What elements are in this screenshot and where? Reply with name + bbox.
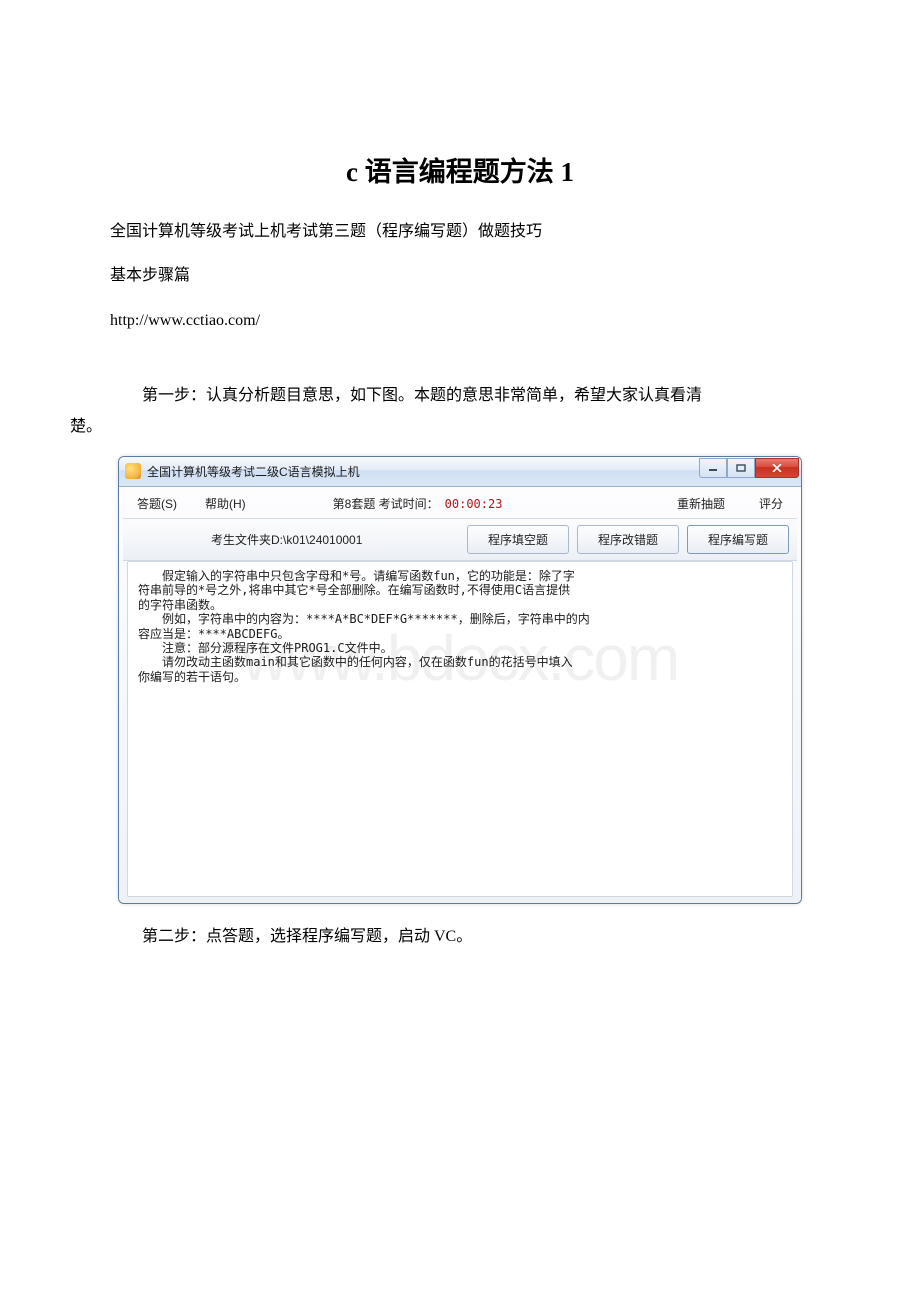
window-title: 全国计算机等级考试二级C语言模拟上机: [147, 463, 360, 480]
menubar: 答题(S) 帮助(H) 第8套题 考试时间： 00:00:23 重新抽题 评分: [123, 487, 797, 519]
close-button[interactable]: [755, 458, 799, 478]
close-icon: [772, 464, 782, 472]
window-controls: [699, 458, 799, 478]
minimize-icon: [708, 464, 718, 472]
doc-title: c 语言编程题方法 1: [110, 150, 810, 189]
question-text: 假定输入的字符串中只包含字母和*号。请编写函数fun，它的功能是：除了字 符串前…: [138, 569, 782, 684]
tab-fill-blank[interactable]: 程序填空题: [467, 525, 569, 554]
intro-line-1: 全国计算机等级考试上机考试第三题（程序编写题）做题技巧: [110, 217, 810, 247]
menu-score[interactable]: 评分: [759, 495, 783, 512]
tab-write-program[interactable]: 程序编写题: [687, 525, 789, 554]
menu-redraw[interactable]: 重新抽题: [677, 495, 725, 512]
menu-help[interactable]: 帮助(H): [205, 495, 246, 512]
tab-fix-error[interactable]: 程序改错题: [577, 525, 679, 554]
step-1-text: 第一步：认真分析题目意思，如下图。本题的意思非常简单，希望大家认真看清: [110, 381, 810, 411]
maximize-button[interactable]: [727, 458, 755, 478]
intro-line-2: 基本步骤篇: [110, 261, 810, 291]
minimize-button[interactable]: [699, 458, 727, 478]
menu-answer[interactable]: 答题(S): [137, 495, 177, 512]
exam-info: 第8套题 考试时间： 00:00:23: [333, 495, 503, 512]
window-titlebar[interactable]: 全国计算机等级考试二级C语言模拟上机: [119, 457, 801, 487]
step-2-text: 第二步：点答题，选择程序编写题，启动 VC。: [110, 922, 810, 952]
maximize-icon: [736, 464, 746, 472]
toolbar: 考生文件夹D:\k01\24010001 程序填空题 程序改错题 程序编写题: [123, 519, 797, 561]
step-1-text-cont: 楚。: [70, 412, 810, 442]
app-icon: [125, 463, 141, 479]
exam-timer: 00:00:23: [445, 497, 503, 511]
question-content-pane: www.bdocx.com 假定输入的字符串中只包含字母和*号。请编写函数fun…: [127, 561, 793, 897]
candidate-folder-path: 考生文件夹D:\k01\24010001: [131, 525, 459, 554]
exam-app-window: 全国计算机等级考试二级C语言模拟上机 答题(S) 帮助(H) 第8套题 考试时间…: [118, 456, 802, 904]
exam-set-label: 第8套题 考试时间：: [333, 495, 439, 512]
reference-url: http://www.cctiao.com/: [110, 306, 810, 336]
